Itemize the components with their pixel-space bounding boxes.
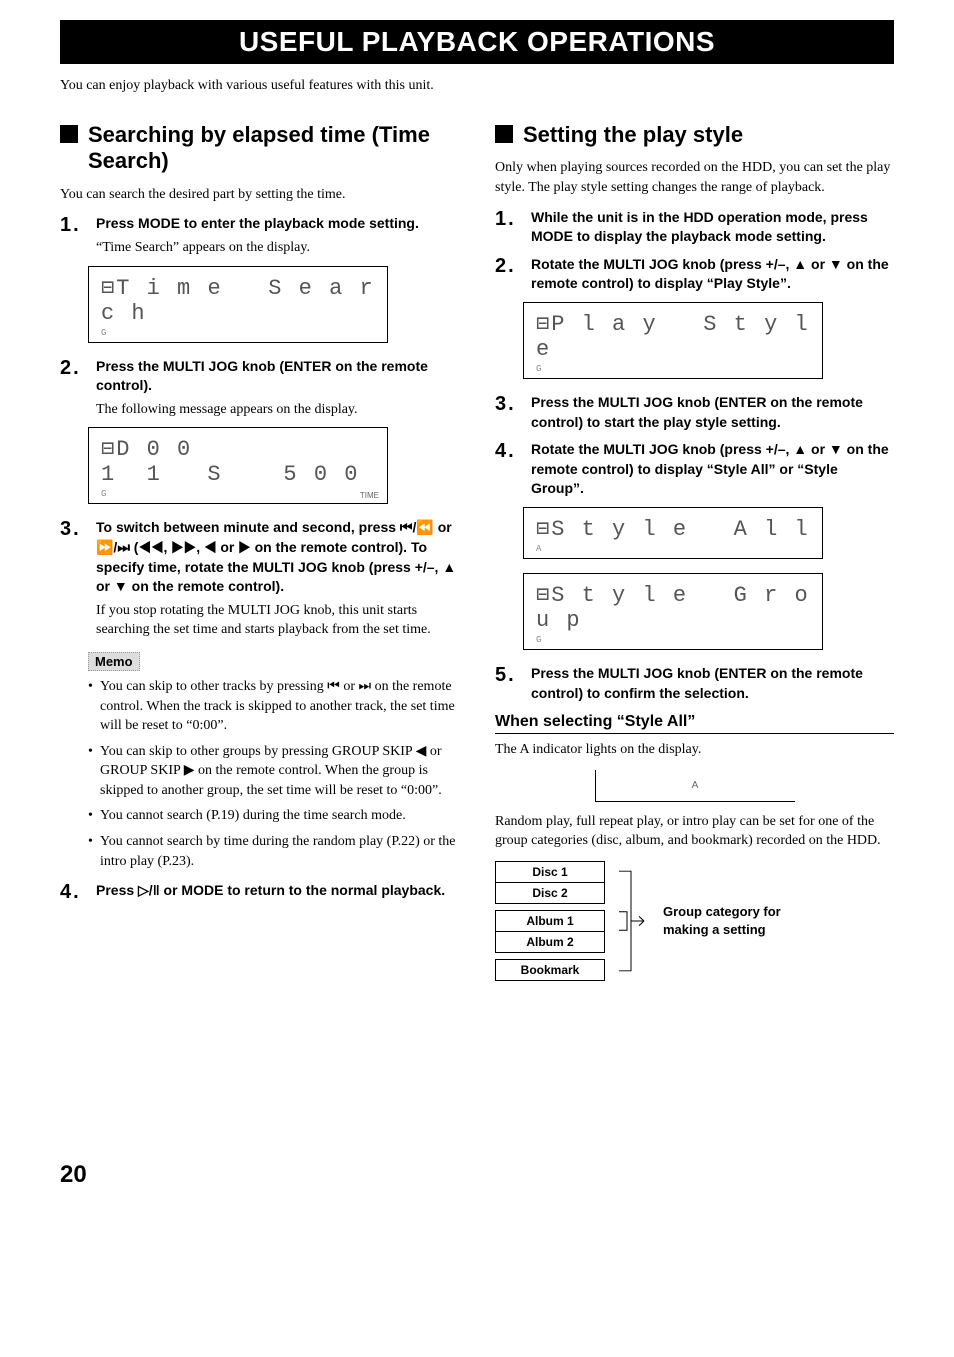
left-lead: You can search the desired part by setti… [60,185,459,205]
step-number: 1. [495,208,521,247]
lcd-text: ⊟T i m e S e a r c h [101,275,375,326]
right-step-4: 4. Rotate the MULTI JOG knob (press +/–,… [495,440,894,499]
step-note: The following message appears on the dis… [96,400,459,420]
step-instruction: Rotate the MULTI JOG knob (press +/–, ▲ … [531,440,894,499]
left-step-4: 4. Press ▷/‖ or MODE to return to the no… [60,881,459,904]
two-column-layout: Searching by elapsed time (Time Search) … [60,122,894,981]
a-indicator: A [692,780,699,791]
memo-list: You can skip to other tracks by pressing… [88,677,459,871]
step-instruction: Press ▷/‖ or MODE to return to the norma… [96,881,459,901]
memo-label: Memo [88,652,140,671]
step-note: If you stop rotating the MULTI JOG knob,… [96,601,459,640]
step-number: 4. [495,440,521,499]
right-step-3: 3. Press the MULTI JOG knob (ENTER on th… [495,393,894,432]
memo-item: You can skip to other tracks by pressing… [88,677,459,736]
group-box: Disc 2 [495,883,605,904]
style-all-text-2: Random play, full repeat play, or intro … [495,812,894,851]
page-number: 20 [60,1161,894,1189]
step-number: 2. [60,357,86,420]
step-instruction: Press the MULTI JOG knob (ENTER on the r… [531,664,894,703]
lcd-indicator: G [536,364,541,374]
left-step-1: 1. Press MODE to enter the playback mode… [60,214,459,257]
right-section-heading: Setting the play style [495,122,894,148]
step-number: 1. [60,214,86,257]
right-lead: Only when playing sources recorded on th… [495,158,894,197]
lcd-indicator: G [536,635,541,645]
step-number: 4. [60,881,86,904]
lcd-display-d001: ⊟D 0 0 1 1 S 5 0 0 G TIME [88,427,388,504]
left-section-heading: Searching by elapsed time (Time Search) [60,122,459,175]
step-number: 2. [495,255,521,294]
intro-text: You can enjoy playback with various usef… [60,78,894,94]
right-column: Setting the play style Only when playing… [495,122,894,981]
lcd-display-style-group: ⊟S t y l e G r o u p G [523,573,823,650]
step-number: 3. [495,393,521,432]
step-number: 3. [60,518,86,640]
lcd-time-label: TIME [360,491,379,500]
group-stack: Disc 1 Disc 2 Album 1 Album 2 Bookmark [495,861,605,981]
right-step-2: 2. Rotate the MULTI JOG knob (press +/–,… [495,255,894,294]
lcd-indicator: A [536,544,541,554]
left-heading-text: Searching by elapsed time (Time Search) [88,122,459,175]
left-step-2: 2. Press the MULTI JOG knob (ENTER on th… [60,357,459,420]
step-instruction: Rotate the MULTI JOG knob (press +/–, ▲ … [531,255,894,294]
left-column: Searching by elapsed time (Time Search) … [60,122,459,981]
group-box: Bookmark [495,959,605,981]
memo-item: You cannot search by time during the ran… [88,832,459,871]
lcd-indicator: G [101,489,106,499]
page-banner: USEFUL PLAYBACK OPERATIONS [60,20,894,64]
step-instruction: To switch between minute and second, pre… [96,518,459,596]
group-box: Album 1 [495,910,605,932]
style-all-subheading: When selecting “Style All” [495,713,894,734]
group-category-diagram: Disc 1 Disc 2 Album 1 Album 2 Bookmark G… [495,861,894,981]
step-number: 5. [495,664,521,703]
lcd-text: ⊟D 0 0 1 1 S 5 0 0 [101,436,375,487]
lcd-indicator: G [101,328,106,338]
step-instruction: Press the MULTI JOG knob (ENTER on the r… [96,357,459,396]
memo-item: You can skip to other groups by pressing… [88,742,459,801]
right-step-5: 5. Press the MULTI JOG knob (ENTER on th… [495,664,894,703]
lcd-display-time-search: ⊟T i m e S e a r c h G [88,266,388,343]
lcd-display-style-all: ⊟S t y l e A l l A [523,507,823,559]
step-note: “Time Search” appears on the display. [96,238,459,258]
style-all-text: The A indicator lights on the display. [495,740,894,760]
black-square-icon [495,125,513,143]
black-square-icon [60,125,78,143]
left-step-3: 3. To switch between minute and second, … [60,518,459,640]
lcd-text: ⊟S t y l e G r o u p [536,582,810,633]
right-step-1: 1. While the unit is in the HDD operatio… [495,208,894,247]
group-box: Disc 1 [495,861,605,883]
group-caption: Group category for making a setting [663,903,823,939]
memo-item: You cannot search (P.19) during the time… [88,806,459,826]
step-instruction: Press the MULTI JOG knob (ENTER on the r… [531,393,894,432]
lcd-text: ⊟S t y l e A l l [536,516,810,542]
bracket-connector-icon [619,861,649,981]
right-heading-text: Setting the play style [523,122,743,148]
step-instruction: Press MODE to enter the playback mode se… [96,214,459,234]
step-instruction: While the unit is in the HDD operation m… [531,208,894,247]
lcd-text: ⊟P l a y S t y l e [536,311,810,362]
a-indicator-box: A [595,770,795,802]
group-box: Album 2 [495,932,605,953]
lcd-display-play-style: ⊟P l a y S t y l e G [523,302,823,379]
